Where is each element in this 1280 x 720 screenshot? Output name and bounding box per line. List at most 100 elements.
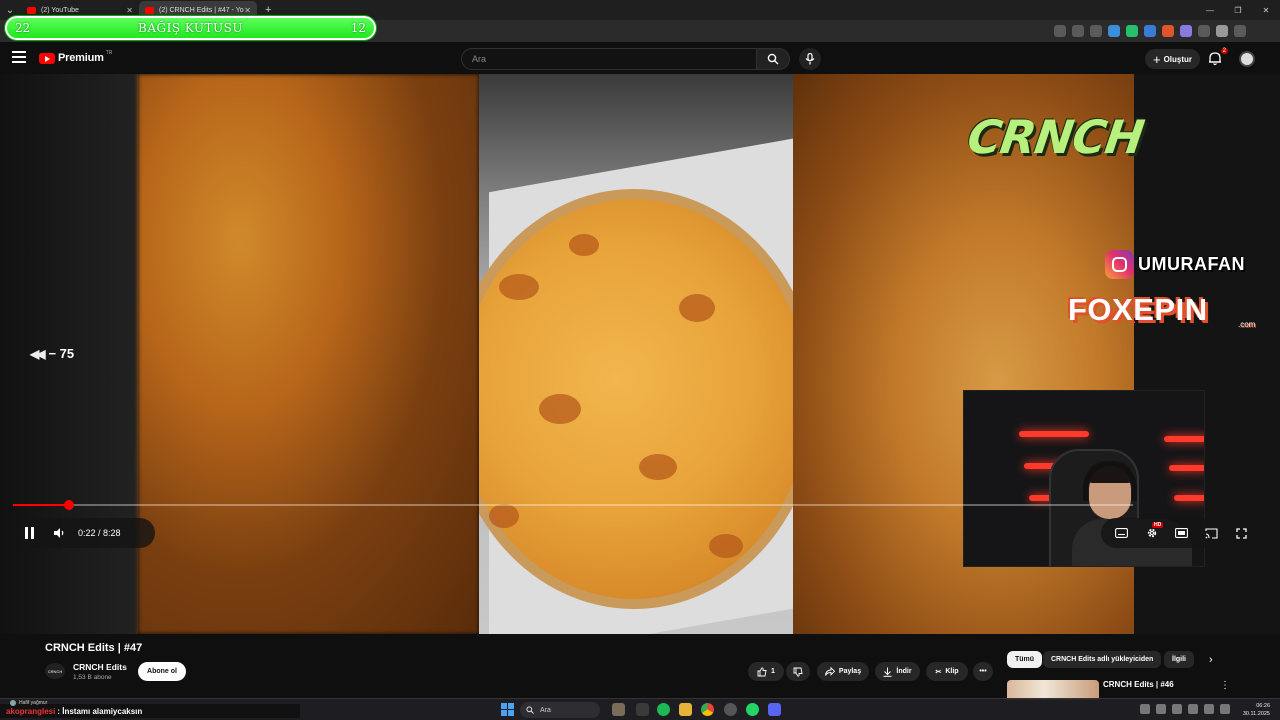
fullscreen-button[interactable]	[1226, 518, 1256, 548]
scrubber-handle[interactable]	[63, 500, 74, 510]
thumbs-down-icon	[793, 667, 803, 677]
dislike-button[interactable]	[786, 662, 810, 681]
subscribe-button[interactable]: Abone ol	[138, 662, 186, 681]
start-button[interactable]	[501, 703, 514, 716]
tab-title: (2) CRNCH Edits | #47 - Yo	[159, 6, 244, 14]
youtube-logo[interactable]: Premium TR	[39, 50, 113, 64]
channel-name[interactable]: CRNCH Edits	[73, 662, 127, 672]
search-icon	[526, 706, 534, 714]
profile-icon[interactable]	[1216, 25, 1228, 37]
mute-button[interactable]	[44, 518, 74, 548]
discord-icon[interactable]	[768, 703, 781, 716]
download-button[interactable]: İndir	[875, 662, 920, 681]
hd-badge: HD	[1152, 522, 1164, 528]
donation-bar: 22 BAĞIŞ KUTUSU 12	[5, 16, 376, 40]
close-window-button[interactable]: ✕	[1252, 6, 1280, 15]
extension-icon[interactable]	[1180, 25, 1192, 37]
widgets-icon[interactable]	[612, 703, 625, 716]
tray-app-icon[interactable]	[1188, 704, 1198, 714]
recommendation-thumbnail[interactable]	[1007, 680, 1099, 700]
file-explorer-icon[interactable]	[679, 703, 692, 716]
zoom-icon[interactable]	[1072, 25, 1084, 37]
new-tab-button[interactable]: +	[265, 4, 271, 16]
extensions-puzzle-icon[interactable]	[1198, 25, 1210, 37]
more-actions-button[interactable]: •••	[973, 662, 993, 681]
video-player[interactable]: CRNCH UMURAFAN FOXEPIN .com ◀◀ − 75	[0, 74, 1280, 634]
search-button[interactable]	[756, 48, 790, 70]
tray-chevron-icon[interactable]	[1140, 704, 1150, 714]
video-title: CRNCH Edits | #47	[45, 642, 143, 654]
search-input[interactable]	[462, 49, 756, 69]
cast-icon	[1205, 527, 1218, 539]
clock-date: 30.11.2025	[1242, 711, 1270, 717]
recommendation-title[interactable]: CRNCH Edits | #46	[1103, 680, 1174, 689]
thumbs-up-icon	[757, 666, 767, 676]
voice-search-button[interactable]	[799, 48, 821, 70]
rewind-icon: ◀◀	[30, 346, 46, 361]
like-button[interactable]: 1	[748, 662, 784, 681]
channel-avatar[interactable]: CRNCH	[45, 663, 65, 679]
chat-text: : İnstamı alamiycaksın	[57, 706, 143, 716]
network-icon[interactable]	[1204, 704, 1214, 714]
subscriber-count: 1,53 B abone	[73, 674, 112, 681]
share-button[interactable]: Paylaş	[817, 662, 869, 681]
spotify-icon[interactable]	[657, 703, 670, 716]
download-label: İndir	[896, 668, 912, 675]
extension-icon[interactable]	[1126, 25, 1138, 37]
volume-icon[interactable]	[1220, 704, 1230, 714]
whatsapp-icon[interactable]	[746, 703, 759, 716]
taskbar-clock[interactable]: 06:26 30.11.2025	[1243, 702, 1270, 718]
player-controls-left: 0:22 / 8:28	[14, 518, 155, 548]
stream-chat-message: akopranglesi : İnstamı alamiycaksın	[0, 704, 300, 718]
clip-button[interactable]: ✂ Klip	[926, 662, 968, 681]
extension-icon[interactable]	[1108, 25, 1120, 37]
tab-close-icon[interactable]: ✕	[126, 6, 133, 15]
browser-menu-icon[interactable]	[1234, 25, 1246, 37]
youtube-header: Premium TR + Oluştur 2	[0, 42, 1280, 75]
bookmark-star-icon[interactable]	[1090, 25, 1102, 37]
progress-bar[interactable]	[13, 504, 1133, 506]
pause-icon	[24, 527, 28, 539]
subtitles-button[interactable]	[1107, 518, 1137, 548]
maximize-button[interactable]: ❐	[1224, 6, 1252, 15]
youtube-favicon-icon	[145, 6, 154, 14]
tab-close-icon[interactable]: ✕	[244, 6, 251, 15]
extension-icon[interactable]	[1162, 25, 1174, 37]
chips-next-arrow[interactable]: ›	[1209, 654, 1213, 666]
recommendation-menu-icon[interactable]: ⋮	[1220, 680, 1230, 691]
chrome-icon[interactable]	[701, 703, 714, 716]
system-tray	[1140, 704, 1230, 714]
screen: ⌄ (2) YouTube ✕ (2) CRNCH Edits | #47 - …	[0, 0, 1280, 720]
tray-app-icon[interactable]	[1156, 704, 1166, 714]
notifications-button[interactable]: 2	[1208, 48, 1228, 67]
minimize-button[interactable]: —	[1196, 6, 1224, 15]
seek-back-indicator: ◀◀ − 75	[30, 346, 74, 361]
chip-related[interactable]: İlgili	[1164, 651, 1194, 668]
chip-from-uploader[interactable]: CRNCH Edits adlı yükleyiciden	[1043, 651, 1162, 668]
chip-all[interactable]: Tümü	[1007, 651, 1043, 668]
player-controls-right	[1101, 518, 1262, 548]
account-avatar[interactable]	[1239, 51, 1255, 67]
pause-button[interactable]	[14, 518, 44, 548]
miniplayer-button[interactable]	[1167, 518, 1197, 548]
cast-button[interactable]	[1196, 518, 1226, 548]
seek-amount: − 75	[48, 346, 75, 361]
volume-icon	[54, 528, 64, 538]
bell-icon	[1209, 52, 1221, 66]
weather-widget[interactable]: Hafif yağmur	[10, 700, 47, 706]
window-controls: — ❐ ✕	[1196, 0, 1280, 20]
video-info: CRNCH Edits | #47 CRNCH CRNCH Edits 1,53…	[0, 634, 1280, 700]
logo-region: TR	[105, 50, 113, 56]
create-button[interactable]: + Oluştur	[1145, 49, 1200, 69]
tray-app-icon[interactable]	[1172, 704, 1182, 714]
weather-text: Hafif yağmur	[19, 700, 48, 706]
app-icon[interactable]	[724, 703, 737, 716]
donation-right-value: 12	[350, 21, 366, 35]
menu-icon[interactable]	[12, 51, 26, 65]
cast-icon[interactable]	[1054, 25, 1066, 37]
task-view-icon[interactable]	[636, 703, 649, 716]
scissors-icon: ✂	[935, 668, 942, 676]
extension-icon[interactable]	[1144, 25, 1156, 37]
plus-icon: +	[1152, 51, 1161, 67]
taskbar-search[interactable]: Ara	[520, 702, 600, 718]
